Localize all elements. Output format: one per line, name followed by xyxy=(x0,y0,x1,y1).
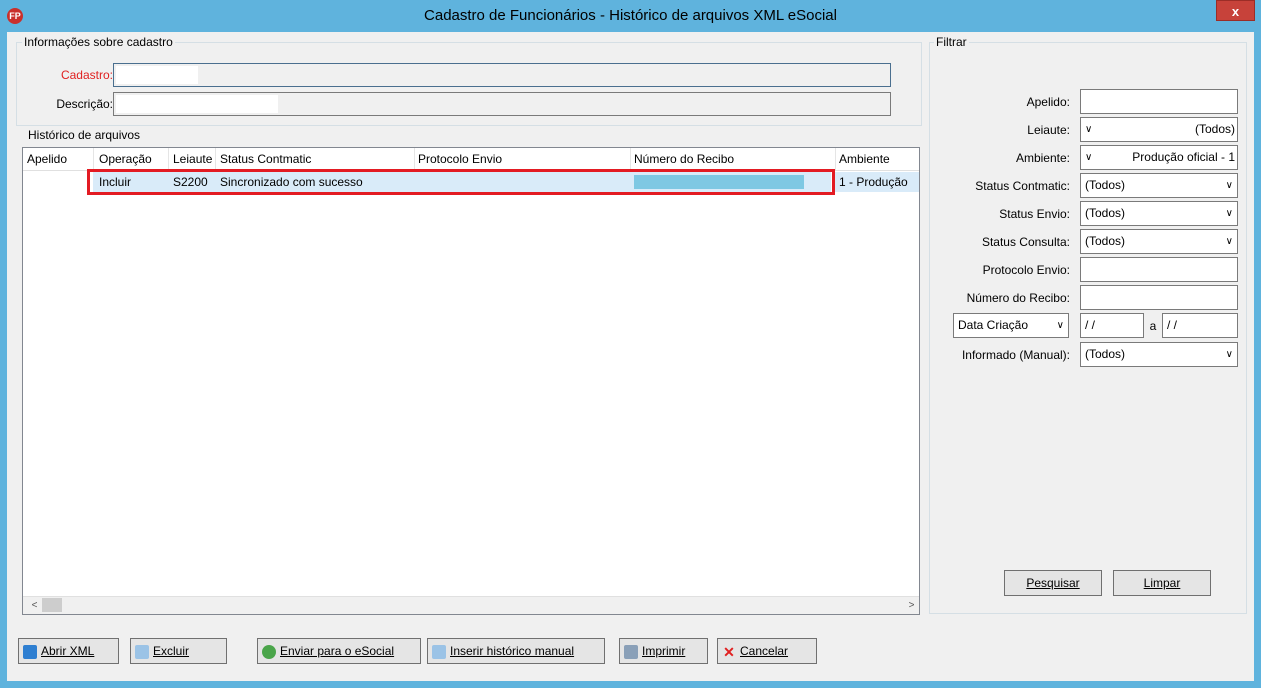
window: FP Cadastro de Funcionários - Histórico … xyxy=(0,0,1261,688)
col-leiaute[interactable]: Leiaute xyxy=(173,152,212,166)
enviar-esocial-button[interactable]: Enviar para o eSocial xyxy=(257,638,421,664)
document-add-icon xyxy=(432,644,446,659)
scroll-thumb[interactable] xyxy=(42,598,62,612)
status-envio-label: Status Envio: xyxy=(999,207,1070,221)
info-group-title: Informações sobre cadastro xyxy=(22,35,175,49)
chevron-down-icon: ∨ xyxy=(1225,349,1233,360)
descricao-label: Descrição: xyxy=(56,97,113,111)
data-to-input[interactable]: / / xyxy=(1162,313,1238,338)
printer-icon xyxy=(624,644,638,659)
col-protocolo-envio[interactable]: Protocolo Envio xyxy=(418,152,502,166)
limpar-button[interactable]: Limpar xyxy=(1113,570,1211,596)
status-contmatic-select[interactable]: (Todos) ∨ xyxy=(1080,173,1238,198)
filtrar-title: Filtrar xyxy=(934,35,969,49)
inserir-historico-button[interactable]: Inserir histórico manual xyxy=(427,638,605,664)
red-x-icon: ✕ xyxy=(723,643,735,660)
globe-send-icon xyxy=(262,644,276,659)
close-button[interactable]: x xyxy=(1216,0,1255,21)
status-envio-select[interactable]: (Todos) ∨ xyxy=(1080,201,1238,226)
status-consulta-label: Status Consulta: xyxy=(981,235,1070,249)
data-from-input[interactable]: / / xyxy=(1080,313,1144,338)
cell-ambiente: 1 - Produção xyxy=(839,175,908,189)
historico-group-title: Histórico de arquivos xyxy=(26,128,143,142)
apelido-filter-label: Apelido: xyxy=(1026,95,1070,109)
cadastro-label: Cadastro: xyxy=(60,68,113,82)
chevron-down-icon: ∨ xyxy=(1225,236,1233,247)
abrir-xml-button[interactable]: Abrir XML xyxy=(18,638,119,664)
ambiente-filter-label: Ambiente: xyxy=(1015,151,1070,165)
col-ambiente[interactable]: Ambiente xyxy=(839,152,890,166)
title-bar: FP Cadastro de Funcionários - Histórico … xyxy=(0,0,1261,33)
data-separator: a xyxy=(1149,319,1157,333)
status-contmatic-label: Status Contmatic: xyxy=(975,179,1070,193)
col-numero-recibo[interactable]: Número do Recibo xyxy=(634,152,734,166)
leiaute-select[interactable]: ∨ (Todos) xyxy=(1080,117,1238,142)
recibo-filter-input[interactable] xyxy=(1080,285,1238,310)
xml-icon xyxy=(23,644,37,659)
chevron-down-icon: ∨ xyxy=(1225,208,1233,219)
imprimir-button[interactable]: Imprimir xyxy=(619,638,708,664)
excluir-button[interactable]: Excluir xyxy=(130,638,227,664)
historico-grid[interactable]: Apelido Operação Leiaute Status Contmati… xyxy=(22,147,920,615)
chevron-down-icon: ∨ xyxy=(1225,180,1233,191)
status-consulta-select[interactable]: (Todos) ∨ xyxy=(1080,229,1238,254)
scroll-right-icon[interactable]: > xyxy=(901,598,918,613)
col-status-contmatic[interactable]: Status Contmatic xyxy=(220,152,311,166)
row-highlight-annotation xyxy=(87,169,835,195)
descricao-field[interactable] xyxy=(113,92,891,116)
apelido-filter-input[interactable] xyxy=(1080,89,1238,114)
informado-select[interactable]: (Todos) ∨ xyxy=(1080,342,1238,367)
pesquisar-button[interactable]: Pesquisar xyxy=(1004,570,1102,596)
horizontal-scrollbar[interactable]: < > xyxy=(23,596,919,614)
ambiente-select[interactable]: ∨ Produção oficial - 1 xyxy=(1080,145,1238,170)
data-type-select[interactable]: Data Criação ∨ xyxy=(953,313,1069,338)
col-operacao[interactable]: Operação xyxy=(99,152,152,166)
protocolo-filter-input[interactable] xyxy=(1080,257,1238,282)
filtrar-groupbox: Filtrar Apelido: Leiaute: ∨ (Todos) Ambi… xyxy=(929,35,1247,614)
chevron-down-icon: ∨ xyxy=(1056,320,1064,331)
cancelar-button[interactable]: ✕ Cancelar xyxy=(717,638,817,664)
scroll-left-icon[interactable]: < xyxy=(24,598,41,613)
informado-label: Informado (Manual): xyxy=(961,348,1070,362)
chevron-down-icon: ∨ xyxy=(1085,152,1093,163)
recibo-filter-label: Número do Recibo: xyxy=(966,291,1070,305)
document-delete-icon xyxy=(135,644,149,659)
info-groupbox: Informações sobre cadastro Cadastro: Des… xyxy=(16,35,922,126)
leiaute-filter-label: Leiaute: xyxy=(1027,123,1070,137)
chevron-down-icon: ∨ xyxy=(1085,124,1093,135)
client-area: Informações sobre cadastro Cadastro: Des… xyxy=(7,32,1254,681)
grid-header: Apelido Operação Leiaute Status Contmati… xyxy=(23,148,919,171)
col-apelido[interactable]: Apelido xyxy=(27,152,67,166)
cadastro-field[interactable] xyxy=(113,63,891,87)
window-title: Cadastro de Funcionários - Histórico de … xyxy=(424,7,837,24)
protocolo-filter-label: Protocolo Envio: xyxy=(982,263,1070,277)
